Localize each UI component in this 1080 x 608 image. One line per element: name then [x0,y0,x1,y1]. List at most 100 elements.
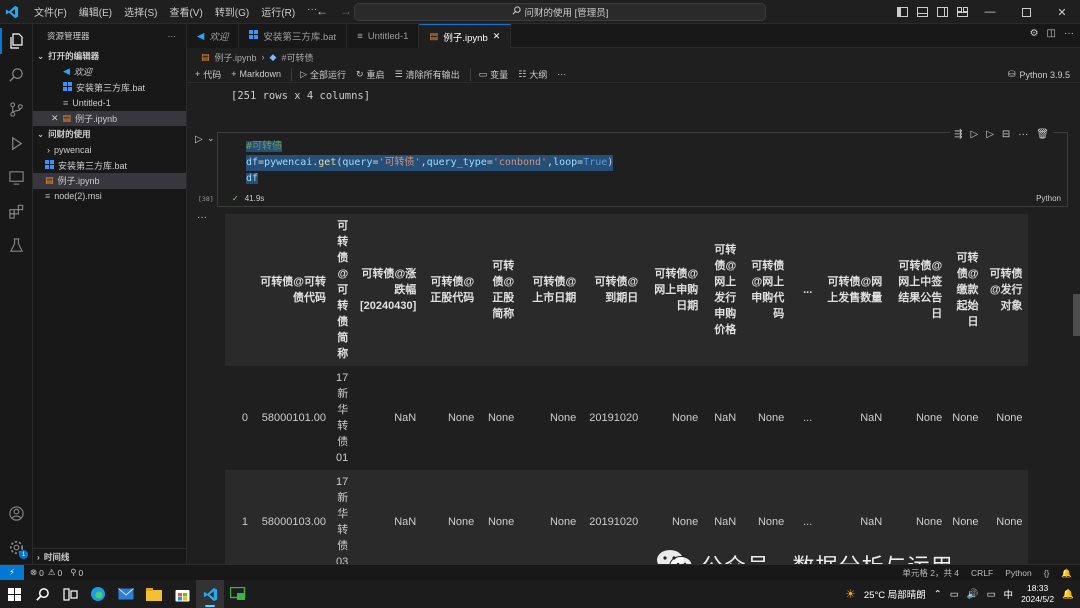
add-code-button[interactable]: + 代码 [195,68,221,81]
explorer-icon[interactable] [0,24,33,58]
close-icon[interactable]: ✕ [493,31,501,42]
more-actions-icon[interactable]: ··· [1064,28,1074,39]
edge-browser-icon[interactable] [84,580,112,608]
volume-icon[interactable]: 🔊 [967,589,979,600]
vscode-taskbar-icon[interactable] [196,580,224,608]
back-arrow-icon[interactable]: ← [316,4,328,18]
ports-icon[interactable]: ⚲ [70,567,76,578]
breadcrumb-file[interactable]: 例子.ipynb [215,51,257,64]
open-editor-untitled[interactable]: ≡ Untitled-1 [33,95,186,111]
execute-below-icon[interactable]: ▷ [986,129,994,140]
menu-run[interactable]: 运行(R) [255,4,301,19]
status-language[interactable]: Python [1005,568,1031,578]
code-editor[interactable]: #可转债 df=pywencai.get(query='可转债',query_t… [246,139,614,187]
add-markdown-button[interactable]: + Markdown [231,69,281,79]
maximize-icon[interactable] [1008,0,1044,24]
bell-icon[interactable]: 🔔 [1061,568,1072,579]
open-editor-welcome[interactable]: ◀ 欢迎 [33,64,186,80]
remote-indicator-icon[interactable]: ⚡ [0,564,24,581]
tree-folder-pywencai[interactable]: › pywencai [33,142,186,158]
split-editor-icon[interactable]: ◫ [1047,28,1056,39]
breadcrumb-section[interactable]: #可转债 [281,51,313,64]
variables-button[interactable]: ▭ 变量 [469,67,508,81]
source-control-icon[interactable] [0,92,33,126]
execute-above-icon[interactable]: ▷ [971,129,979,140]
warning-count[interactable]: 0 [57,568,62,578]
run-all-button[interactable]: ▷ 全部运行 [291,67,346,81]
tree-file-notebook[interactable]: ▤ 例子.ipynb [33,173,186,189]
customize-layout-icon[interactable] [952,0,972,24]
menu-view[interactable]: 查看(V) [163,4,208,19]
run-by-line-icon[interactable]: ⇶ [954,129,962,140]
store-icon[interactable] [168,580,196,608]
outline-button[interactable]: ☷ 大纲 [518,68,547,81]
more-actions-icon[interactable]: ··· [1018,129,1028,140]
clock[interactable]: 18:33 2024/5/2 [1021,583,1054,605]
tab-untitled[interactable]: ≡ Untitled-1 [347,24,420,48]
status-cell-position[interactable]: 单元格 2，共 4 [902,567,959,579]
search-view-icon[interactable] [0,58,33,92]
weather-icon[interactable]: ☀ [845,587,856,601]
battery-icon[interactable]: ▭ [987,589,996,600]
menu-edit[interactable]: 编辑(E) [73,4,118,19]
tab-welcome[interactable]: ◀ 欢迎 [187,24,240,48]
open-editor-bat[interactable]: 安装第三方库.bat [33,80,186,96]
menu-file[interactable]: 文件(F) [28,4,73,19]
open-editors-section[interactable]: ⌄ 打开的编辑器 [33,48,186,64]
toggle-secondary-sidebar-icon[interactable] [932,0,952,24]
windows-start-icon[interactable] [0,580,28,608]
status-braces[interactable]: {} [1044,568,1050,578]
remote-explorer-icon[interactable] [0,160,33,194]
split-cell-icon[interactable]: ⊟ [1002,129,1010,140]
delete-trash-icon[interactable]: 🗑 [1036,129,1049,140]
kernel-picker[interactable]: ⛁ Python 3.9.5 [1008,66,1070,83]
task-view-icon[interactable] [56,580,84,608]
ime-indicator[interactable]: 中 [1004,587,1014,601]
gear-icon[interactable]: ⚙ [1030,28,1039,39]
menu-selection[interactable]: 选择(S) [118,4,163,19]
accounts-icon[interactable] [0,496,33,530]
tree-file-bat[interactable]: 安装第三方库.bat [33,158,186,174]
status-eol[interactable]: CRLF [971,568,993,578]
folder-section[interactable]: ⌄ 问财的使用 [33,126,186,142]
ports-count[interactable]: 0 [78,568,83,578]
remote-desktop-icon[interactable] [224,580,252,608]
chevron-down-icon[interactable]: ⌄ [207,133,215,144]
toggle-sidebar-icon[interactable] [892,0,912,24]
tab-bat[interactable]: 安装第三方库.bat [239,24,348,48]
output-more-icon[interactable]: ··· [197,212,207,223]
minimize-icon[interactable]: — [972,0,1008,24]
close-icon[interactable]: ✕ [51,113,59,124]
mail-icon[interactable] [112,580,140,608]
error-count[interactable]: 0 [39,568,44,578]
manage-gear-icon[interactable]: 1 [0,530,33,564]
chevron-up-icon[interactable]: ⌃ [934,589,942,600]
clear-outputs-button[interactable]: ☰ 清除所有输出 [395,68,460,81]
close-icon[interactable]: ✕ [1044,0,1080,24]
warning-icon[interactable]: ⚠ [48,567,56,578]
tree-file-msi[interactable]: ≡ node(2).msi [33,189,186,205]
notification-bell-icon[interactable]: 🔔 [1062,589,1074,600]
more-actions-icon[interactable]: ··· [168,31,177,41]
toggle-panel-icon[interactable] [912,0,932,24]
run-cell-icon[interactable]: ▷ [195,134,203,145]
forward-arrow-icon[interactable]: → [340,4,352,18]
errors-icon[interactable]: ⊗ [30,567,37,578]
cell-language[interactable]: Python [1036,194,1061,203]
tab-notebook[interactable]: ▤ 例子.ipynb ✕ [419,24,512,48]
search-icon[interactable] [28,580,56,608]
menu-go[interactable]: 转到(G) [209,4,255,19]
command-center[interactable]: 问财的使用 [管理员] [354,3,766,21]
timeline-section[interactable]: › 时间线 [33,548,187,564]
file-explorer-icon[interactable] [140,580,168,608]
extensions-icon[interactable] [0,194,33,228]
restart-button[interactable]: ↻ 重启 [356,68,385,81]
testing-flask-icon[interactable] [0,228,33,262]
network-icon[interactable]: ▭ [950,589,959,600]
code-cell[interactable]: ⇶ ▷ ▷ ⊟ ··· 🗑 #可转债 df=pywencai.get(query… [217,129,1068,207]
open-editor-notebook[interactable]: ✕ ▤ 例子.ipynb [33,110,186,126]
weather-label[interactable]: 25°C 局部晴朗 [864,587,926,601]
toolbar-more-button[interactable]: ··· [557,69,566,79]
run-debug-icon[interactable] [0,126,33,160]
vertical-scrollbar[interactable] [1073,294,1080,336]
